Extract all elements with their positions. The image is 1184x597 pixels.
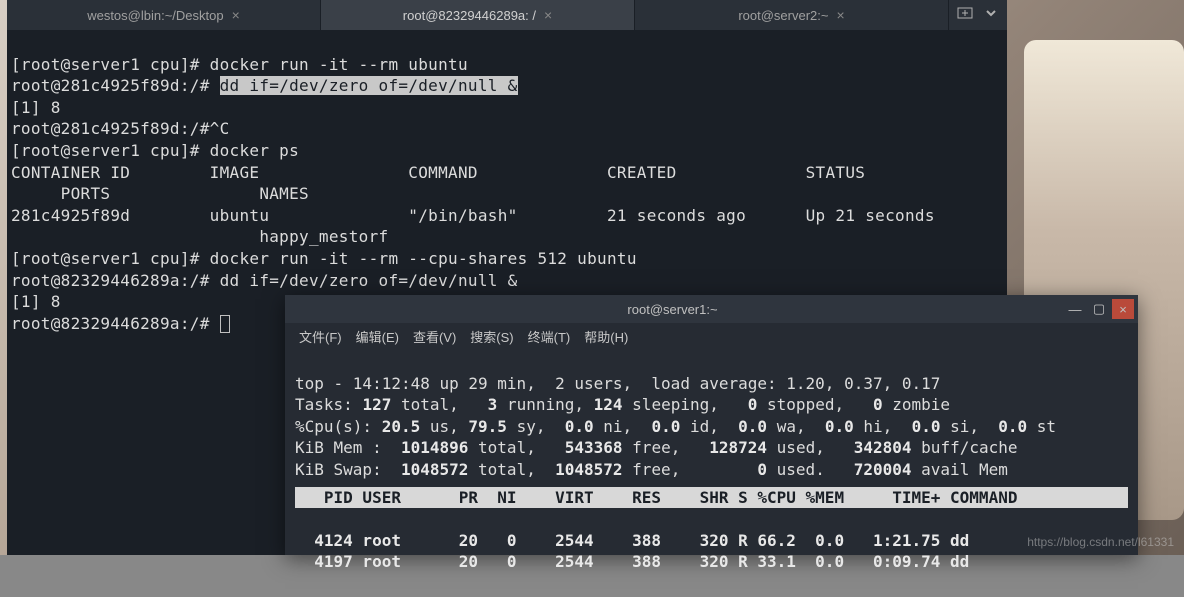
output: [1] 8 (11, 292, 61, 311)
tab-label: root@82329446289a: / (403, 8, 536, 23)
cmd: docker run -it --rm ubuntu (210, 55, 468, 74)
tab-actions (949, 5, 1007, 25)
close-icon[interactable]: × (836, 7, 844, 23)
menu-help[interactable]: 帮助(H) (578, 325, 634, 348)
docker-header: PORTS NAMES (11, 184, 309, 203)
window-title: root@server1:~ (285, 302, 1060, 317)
tab-1[interactable]: westos@lbin:~/Desktop × (7, 0, 321, 30)
menu-search[interactable]: 搜索(S) (464, 325, 519, 348)
process-row: 4124 root 20 0 2544 388 320 R 66.2 0.0 1… (295, 531, 1066, 550)
terminal-window-top: root@server1:~ — ▢ × 文件(F) 编辑(E) 查看(V) 搜… (285, 295, 1138, 555)
top-mem: KiB Mem : 1014896 total, 543368 free, 12… (295, 438, 1018, 457)
titlebar[interactable]: root@server1:~ — ▢ × (285, 295, 1138, 323)
docker-header: CONTAINER ID IMAGE COMMAND CREATED STATU… (11, 163, 1004, 182)
cmd: docker run -it --rm --cpu-shares 512 ubu… (210, 249, 637, 268)
minimize-icon[interactable]: — (1064, 299, 1086, 319)
output: root@82329446289a:/# dd if=/dev/zero of=… (11, 271, 518, 290)
cmd-highlighted: dd if=/dev/zero of=/dev/null & (220, 76, 518, 95)
menu-down-icon[interactable] (983, 5, 999, 25)
top-header: PID USER PR NI VIRT RES SHR S %CPU %MEM … (295, 487, 1128, 509)
tab-3[interactable]: root@server2:~ × (635, 0, 949, 30)
new-tab-icon[interactable] (957, 5, 973, 25)
prompt: [root@server1 cpu]# (11, 141, 210, 160)
menu-edit[interactable]: 编辑(E) (350, 325, 405, 348)
menu-view[interactable]: 查看(V) (407, 325, 462, 348)
docker-row: happy_mestorf (11, 227, 388, 246)
menu-file[interactable]: 文件(F) (293, 325, 348, 348)
menu-terminal[interactable]: 终端(T) (522, 325, 577, 348)
top-summary: top - 14:12:48 up 29 min, 2 users, load … (295, 374, 940, 393)
prompt: [root@server1 cpu]# (11, 55, 210, 74)
prompt: [root@server1 cpu]# (11, 249, 210, 268)
menubar: 文件(F) 编辑(E) 查看(V) 搜索(S) 终端(T) 帮助(H) (285, 323, 1138, 349)
prompt: root@82329446289a:/# (11, 314, 220, 333)
cursor (220, 315, 230, 333)
terminal-tabs: westos@lbin:~/Desktop × root@82329446289a… (7, 0, 1007, 30)
watermark: https://blog.csdn.net/l61331 (1027, 535, 1174, 549)
window-buttons: — ▢ × (1060, 299, 1138, 319)
cmd: docker ps (210, 141, 299, 160)
top-tasks: Tasks: 127 total, 3 running, 124 sleepin… (295, 395, 950, 414)
output: root@281c4925f89d:/#^C (11, 119, 230, 138)
docker-row: 281c4925f89d ubuntu "/bin/bash" 21 secon… (11, 206, 1004, 225)
maximize-icon[interactable]: ▢ (1088, 299, 1110, 319)
top-output[interactable]: top - 14:12:48 up 29 min, 2 users, load … (285, 349, 1138, 597)
tab-2[interactable]: root@82329446289a: / × (321, 0, 635, 30)
tab-label: westos@lbin:~/Desktop (87, 8, 223, 23)
tab-label: root@server2:~ (738, 8, 828, 23)
close-icon[interactable]: × (232, 7, 240, 23)
close-icon[interactable]: × (1112, 299, 1134, 319)
top-swap: KiB Swap: 1048572 total, 1048572 free, 0… (295, 460, 1017, 479)
top-cpu: %Cpu(s): 20.5 us, 79.5 sy, 0.0 ni, 0.0 i… (295, 417, 1056, 436)
close-icon[interactable]: × (544, 7, 552, 23)
process-row: 4197 root 20 0 2544 388 320 R 33.1 0.0 0… (295, 552, 1066, 571)
output: [1] 8 (11, 98, 61, 117)
prompt: root@281c4925f89d:/# (11, 76, 220, 95)
